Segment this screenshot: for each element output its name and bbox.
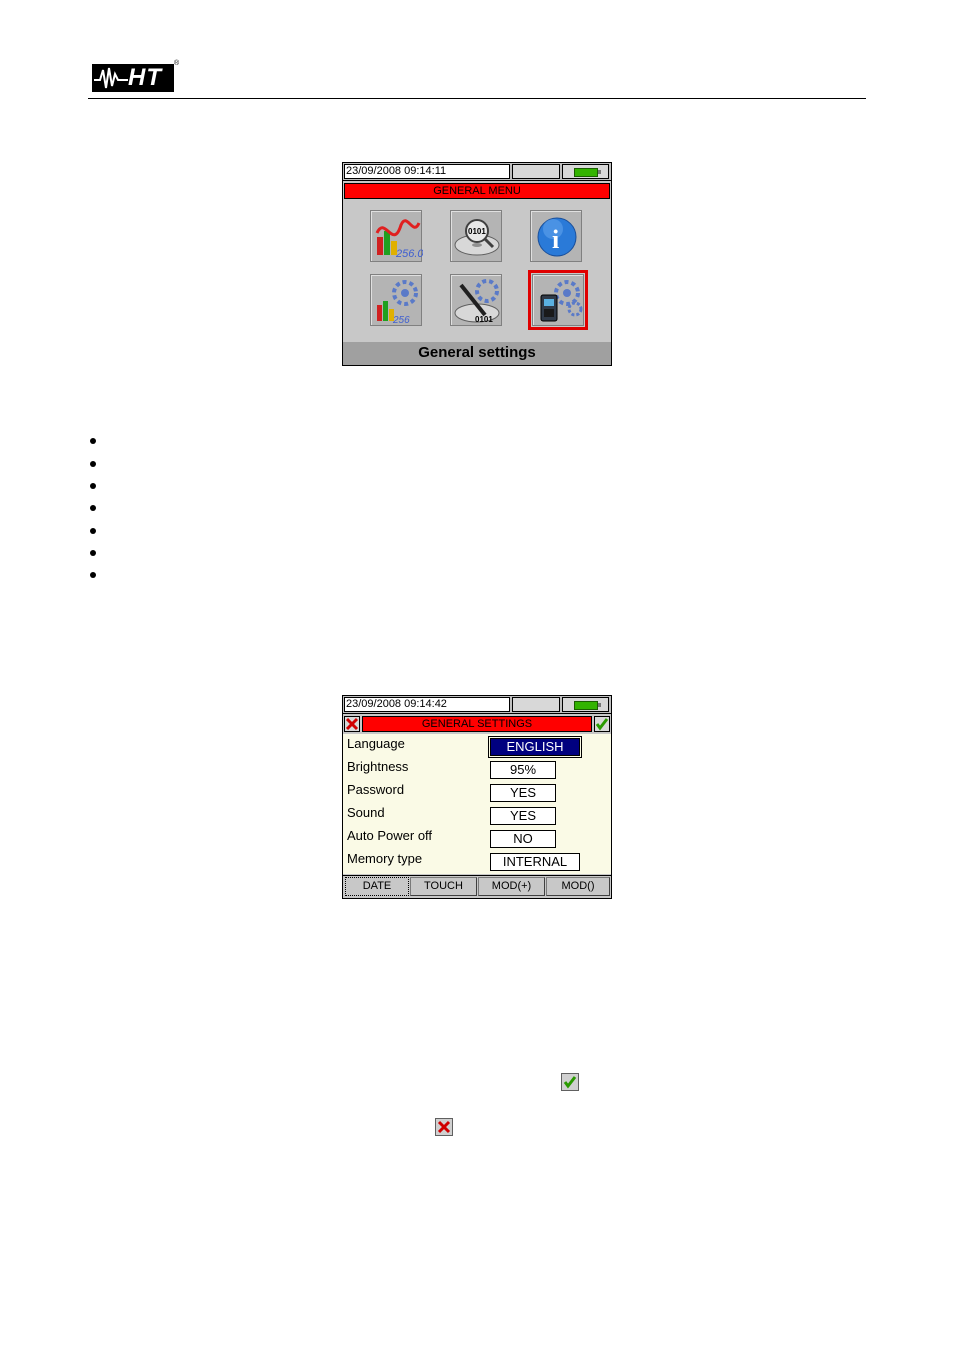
analyzer-settings-icon: 256.0 [375, 219, 423, 260]
recall-data-icon: 0101 [454, 219, 500, 256]
memory-type-label: Memory type [347, 851, 423, 866]
inline-confirm-icon [561, 1073, 579, 1091]
checkmark-icon [595, 718, 609, 731]
registered-mark: ® [174, 60, 180, 67]
analyzer-settings-icon-text: 256.0 [395, 248, 423, 260]
bullet-1 [90, 438, 96, 444]
sound-label: Sound [347, 805, 385, 820]
menu-title: GENERAL MENU [344, 183, 610, 199]
date-softkey[interactable]: DATE [345, 877, 409, 896]
info-tile[interactable]: i [530, 210, 582, 262]
info-icon-text: i [552, 225, 559, 254]
battery-indicator [562, 164, 609, 179]
general-settings-icon [540, 280, 583, 322]
password-label: Password [347, 782, 405, 797]
bullet-5 [90, 528, 96, 534]
recall-data-tile[interactable]: 0101 [450, 210, 502, 262]
selected-item-label: General settings [343, 342, 611, 365]
status-bar: 23/09/2008 09:14:42 [343, 696, 611, 714]
datetime-display: 23/09/2008 09:14:11 [344, 164, 510, 179]
language-label: Language [347, 736, 405, 751]
logo-box: HT [92, 64, 174, 92]
auto-power-off-field[interactable]: NO [490, 830, 556, 848]
bullet-7 [90, 572, 96, 578]
close-icon [345, 717, 359, 731]
logo-text: HT [128, 64, 162, 91]
confirm-button[interactable] [594, 716, 610, 732]
bullet-2 [90, 461, 96, 467]
mod-plus-softkey[interactable]: MOD(+) [478, 877, 545, 896]
status-bar: 23/09/2008 09:14:11 [343, 163, 611, 181]
close-icon [437, 1120, 451, 1134]
language-field[interactable]: ENGLISH [488, 736, 582, 758]
analyzer-settings-tile[interactable]: 256.0 [370, 210, 423, 262]
battery-icon [574, 168, 598, 177]
header-rule [88, 98, 866, 99]
logo-wave-icon [94, 67, 128, 89]
battery-indicator [562, 697, 609, 712]
pc-connection-icon: 0101 [454, 279, 500, 324]
analyzer-config-icon-text: 256 [392, 315, 410, 326]
bullet-3 [90, 483, 96, 489]
cancel-button[interactable] [344, 716, 360, 732]
general-settings-tile[interactable] [532, 274, 584, 326]
auto-power-off-label: Auto Power off [347, 828, 433, 843]
status-indicator [512, 697, 560, 712]
recall-data-icon-text: 0101 [468, 227, 486, 236]
sound-field[interactable]: YES [490, 807, 556, 825]
battery-tip [598, 703, 601, 707]
settings-title: GENERAL SETTINGS [362, 716, 592, 732]
softkey-bar: DATE TOUCH MOD(+) MOD() [343, 875, 611, 898]
password-field[interactable]: YES [490, 784, 556, 802]
datetime-display: 23/09/2008 09:14:42 [344, 697, 510, 712]
battery-icon [574, 701, 598, 710]
inline-cancel-icon [435, 1118, 453, 1136]
checkmark-icon [563, 1076, 577, 1089]
analyzer-config-icon: 256 [377, 280, 418, 326]
info-icon: i [537, 217, 577, 257]
status-indicator [512, 164, 560, 179]
memory-type-field[interactable]: INTERNAL [490, 853, 580, 871]
brightness-label: Brightness [347, 759, 409, 774]
battery-tip [598, 170, 601, 174]
touch-softkey[interactable]: TOUCH [410, 877, 477, 896]
mod-minus-softkey[interactable]: MOD() [546, 877, 610, 896]
pc-connection-tile[interactable]: 0101 [450, 274, 502, 326]
analyzer-config-tile[interactable]: 256 [370, 274, 422, 326]
general-settings-screen: 23/09/2008 09:14:42 GENERAL SETTINGS Lan… [342, 695, 612, 899]
brightness-field[interactable]: 95% [490, 761, 556, 779]
bullet-4 [90, 505, 96, 511]
bullet-6 [90, 550, 96, 556]
pc-connection-icon-text: 0101 [475, 315, 493, 324]
ht-logo: HT ® [92, 60, 180, 94]
settings-panel: Language ENGLISH Brightness 95% Password… [343, 734, 611, 874]
general-menu-screen: 23/09/2008 09:14:11 GENERAL MENU 256.0 0… [342, 162, 612, 366]
